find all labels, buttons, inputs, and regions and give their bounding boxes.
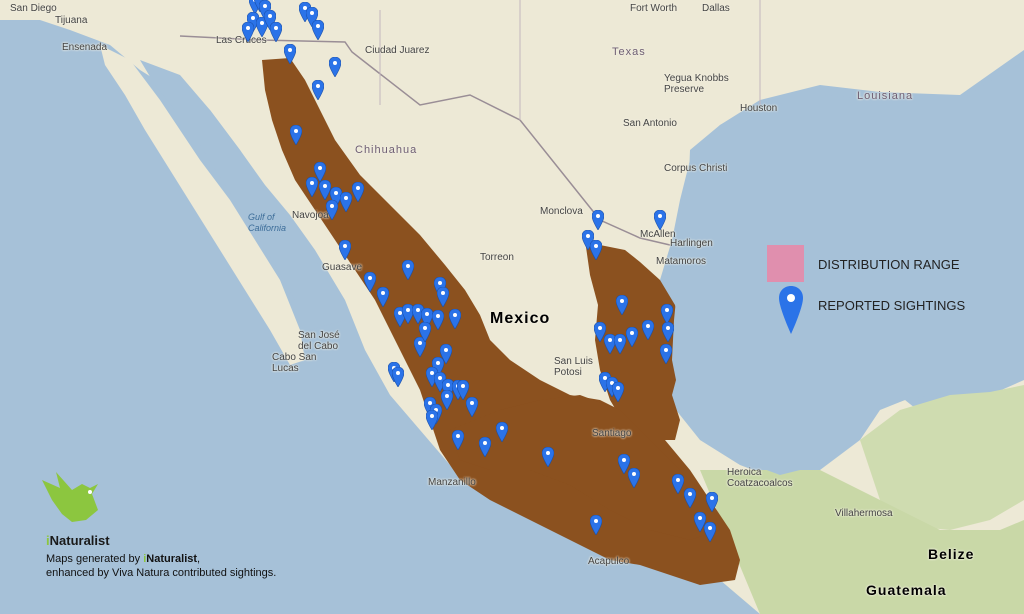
city-label-san-diego: San Diego (10, 3, 57, 14)
city-label-san-jose: San José del Cabo (298, 330, 340, 352)
sighting-pin-icon[interactable] (329, 57, 341, 77)
city-label-houston: Houston (740, 103, 778, 114)
sighting-pin-icon[interactable] (661, 304, 673, 324)
sighting-pin-icon[interactable] (426, 410, 438, 430)
city-label-guasave: Guasave (322, 262, 363, 273)
sighting-pin-icon[interactable] (340, 192, 352, 212)
city-label-ensenada: Ensenada (62, 42, 108, 53)
city-label-matamoros: Matamoros (656, 256, 707, 267)
country-label-guatemala: Guatemala (866, 582, 947, 598)
sighting-pin-icon[interactable] (592, 210, 604, 230)
city-label-yegua: Yegua Knobbs Preserve (664, 73, 729, 95)
sighting-pin-icon[interactable] (684, 488, 696, 508)
sighting-pin-icon[interactable] (242, 22, 254, 42)
sighting-pin-icon[interactable] (704, 522, 716, 542)
sighting-pin-icon[interactable] (326, 200, 338, 220)
sighting-pin-icon[interactable] (419, 322, 431, 342)
sighting-pin-icon[interactable] (290, 125, 302, 145)
sighting-pin-icon[interactable] (352, 182, 364, 202)
legend-range-label: DISTRIBUTION RANGE (818, 257, 960, 272)
sighting-pin-icon[interactable] (626, 327, 638, 347)
sighting-pin-icon[interactable] (441, 390, 453, 410)
sighting-pin-icon[interactable] (270, 22, 282, 42)
country-label-belize: Belize (928, 546, 975, 562)
credit-prefix: Maps generated by (46, 553, 144, 565)
sighting-pin-icon[interactable] (339, 240, 351, 260)
sighting-pin-icon[interactable] (612, 382, 624, 402)
sighting-pin-icon[interactable] (496, 422, 508, 442)
city-label-san-luis: San Luis Potosi (554, 356, 593, 378)
credit-brand: Naturalist (146, 553, 198, 565)
city-label-torreon: Torreon (480, 252, 514, 263)
sighting-pin-icon[interactable] (706, 492, 718, 512)
map-canvas[interactable]: San Diego Tijuana Ensenada Las Cruces Ci… (0, 0, 1024, 614)
credit-suffix: , (197, 553, 201, 565)
sighting-pin-icon[interactable] (590, 240, 602, 260)
city-label-heroica: Heroica Coatzacoalcos (727, 467, 793, 489)
sighting-pin-icon[interactable] (432, 310, 444, 330)
sighting-pin-icon[interactable] (312, 20, 324, 40)
sighting-pin-icon[interactable] (590, 515, 602, 535)
sighting-pin-icon[interactable] (306, 177, 318, 197)
city-label-corpus-christi: Corpus Christi (664, 163, 728, 174)
city-label-dallas: Dallas (702, 3, 730, 14)
city-label-monclova: Monclova (540, 206, 583, 217)
state-label-chihuahua: Chihuahua (355, 144, 418, 156)
city-label-santiago: Santiago (592, 428, 632, 439)
sighting-pin-icon[interactable] (440, 344, 452, 364)
sighting-pin-icon[interactable] (662, 322, 674, 342)
city-label-acapulco: Acapulco (588, 556, 630, 567)
sighting-pin-icon[interactable] (628, 468, 640, 488)
sighting-pin-icon[interactable] (642, 320, 654, 340)
sighting-pin-icon[interactable] (542, 447, 554, 467)
city-label-tijuana: Tijuana (55, 15, 88, 26)
brand-name: iNaturalist (46, 533, 110, 548)
bird-logo-icon (42, 472, 98, 522)
country-label-mexico: Mexico (490, 310, 551, 327)
city-label-san-antonio: San Antonio (623, 118, 677, 129)
sea-label-gulf-of-california: Gulf of California (248, 212, 287, 233)
sighting-pin-icon[interactable] (616, 295, 628, 315)
city-label-cabo: Cabo San Lucas (272, 352, 317, 374)
sighting-pin-icon[interactable] (437, 287, 449, 307)
city-label-harlingen: Harlingen (670, 238, 713, 249)
sighting-pin-icon[interactable] (672, 474, 684, 494)
city-label-ciudad-juarez: Ciudad Juarez (365, 45, 430, 56)
city-label-fort-worth: Fort Worth (630, 3, 678, 14)
sighting-pin-icon[interactable] (479, 437, 491, 457)
legend-range-swatch (767, 245, 804, 282)
sighting-pin-icon[interactable] (284, 44, 296, 64)
sighting-pin-icon[interactable] (402, 260, 414, 280)
state-label-texas: Texas (612, 46, 646, 58)
legend-pin-icon (779, 286, 803, 334)
state-label-louisiana: Louisiana (857, 90, 914, 102)
sighting-pin-icon[interactable] (392, 367, 404, 387)
city-label-manzanillo: Manzanillo (428, 477, 476, 488)
legend-sightings-label: REPORTED SIGHTINGS (818, 298, 966, 313)
sighting-pin-icon[interactable] (377, 287, 389, 307)
sighting-pin-icon[interactable] (449, 309, 461, 329)
credit-line-1: Maps generated by iNaturalist, (46, 553, 200, 565)
sighting-pin-icon[interactable] (364, 272, 376, 292)
sighting-pin-icon[interactable] (654, 210, 666, 230)
sighting-pin-icon[interactable] (452, 430, 464, 450)
city-label-villahermosa: Villahermosa (835, 508, 893, 519)
brand-name-text: Naturalist (49, 533, 110, 548)
sighting-pin-icon[interactable] (312, 80, 324, 100)
credit-line-2: enhanced by Viva Natura contributed sigh… (46, 567, 277, 579)
sighting-pin-icon[interactable] (614, 334, 626, 354)
sighting-pin-icon[interactable] (466, 397, 478, 417)
sighting-pin-icon[interactable] (660, 344, 672, 364)
